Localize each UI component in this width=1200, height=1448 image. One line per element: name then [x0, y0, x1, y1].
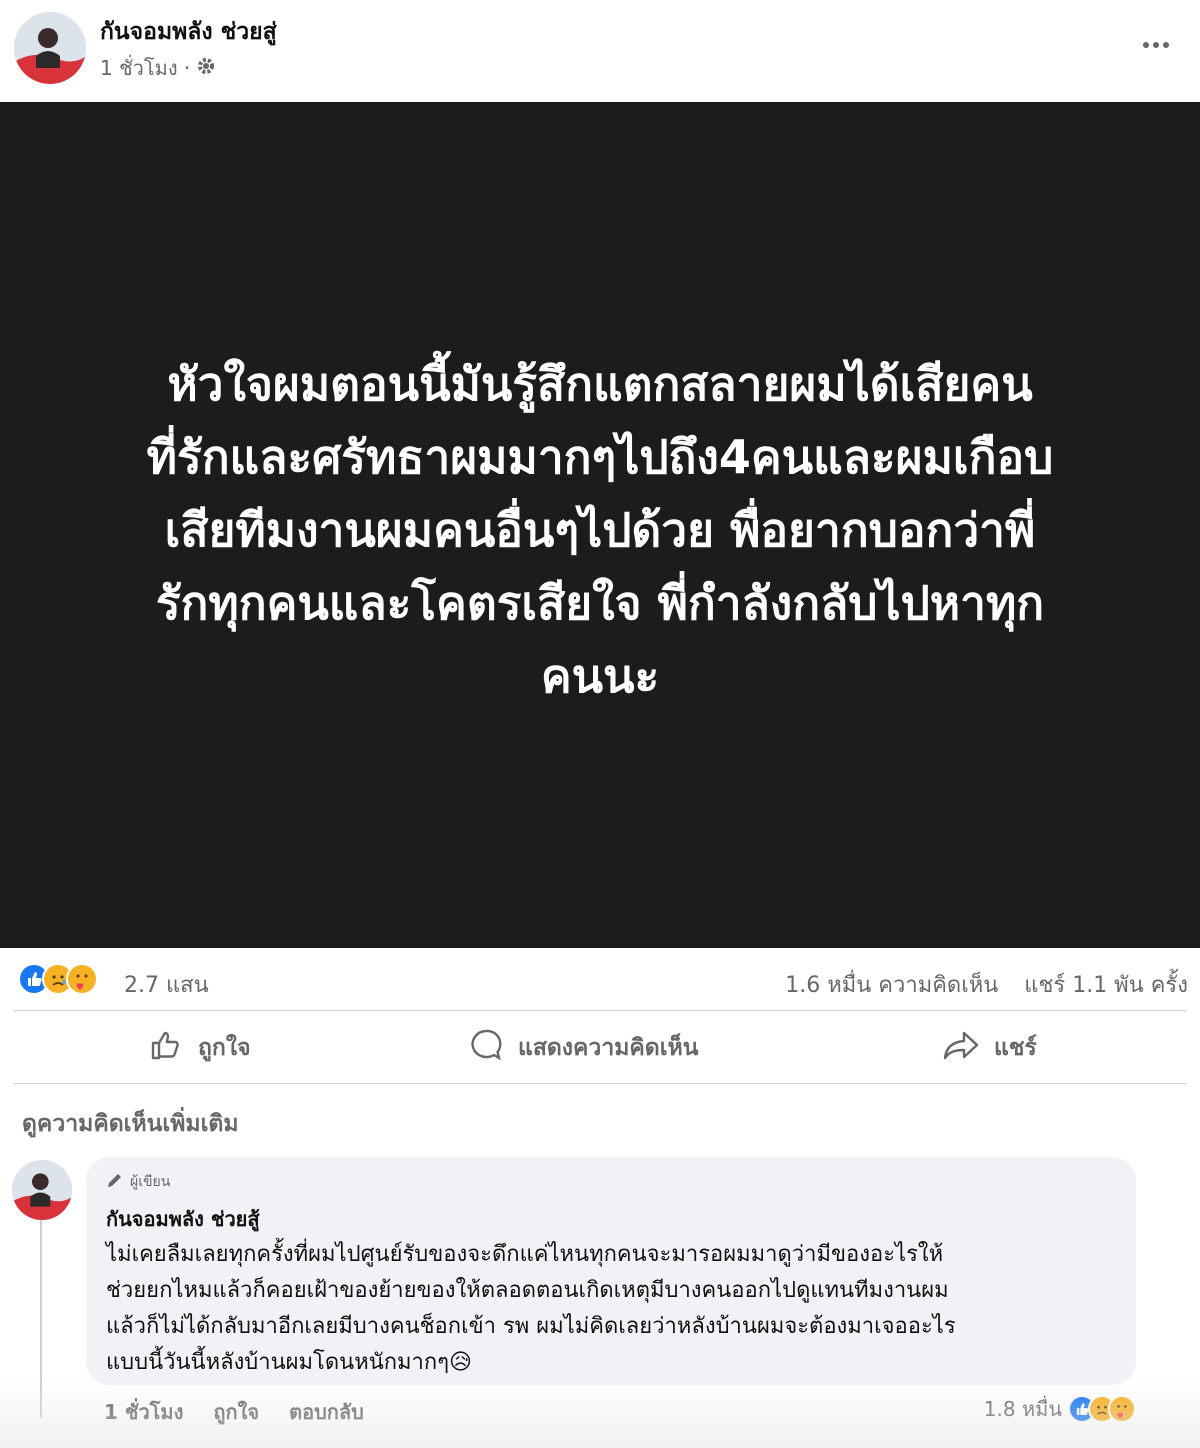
- post-time[interactable]: 1 ชั่วโมง ·: [100, 52, 190, 84]
- comment-thread-line: [40, 1218, 42, 1418]
- dot: [1153, 42, 1159, 48]
- author-name[interactable]: กันจอมพลัง ช่วยสู่: [100, 14, 277, 50]
- post-actions: ถูกใจ แสดงความคิดเห็น แชร์: [0, 1016, 1200, 1080]
- commenter-name[interactable]: กันจอมพลัง ช่วยสู้: [106, 1203, 260, 1235]
- like-label: ถูกใจ: [198, 1035, 251, 1061]
- post-text: หัวใจผมตอนนี้มันรู้สึกแตกสลายผมได้เสียคน…: [146, 356, 1054, 703]
- dot: [1163, 42, 1169, 48]
- post-header: กันจอมพลัง ช่วยสู่ 1 ชั่วโมง ·: [0, 0, 1200, 102]
- divider: [14, 1083, 1186, 1084]
- care-icon: [1108, 1395, 1136, 1423]
- post-text-image[interactable]: หัวใจผมตอนนี้มันรู้สึกแตกสลายผมได้เสียคน…: [0, 102, 1200, 948]
- share-count[interactable]: แชร์ 1.1 พัน ครั้ง: [1024, 967, 1188, 1002]
- comment-bubble: ผู้เขียน กันจอมพลัง ช่วยสู้ ไม่เคยลืมเลย…: [86, 1157, 1136, 1385]
- comment-count[interactable]: 1.6 หมื่น ความคิดเห็น: [785, 967, 998, 1002]
- comment-like-button[interactable]: ถูกใจ: [213, 1396, 259, 1428]
- comment-reaction-icons: [1068, 1395, 1136, 1423]
- comment-reactions[interactable]: 1.8 หมื่น: [983, 1393, 1136, 1425]
- divider: [14, 1010, 1186, 1011]
- author-badge-label: ผู้เขียน: [130, 1174, 171, 1190]
- comment-footer: 1 ชั่วโมง ถูกใจ ตอบกลับ: [104, 1396, 364, 1428]
- pencil-icon: [106, 1171, 124, 1193]
- author-badge: ผู้เขียน: [106, 1171, 170, 1193]
- dot: [1143, 42, 1149, 48]
- share-label: แชร์: [994, 1035, 1037, 1061]
- like-button[interactable]: ถูกใจ: [148, 1028, 251, 1068]
- reaction-icons[interactable]: [18, 963, 98, 995]
- comment-label: แสดงความคิดเห็น: [518, 1035, 699, 1061]
- comment-reaction-count: 1.8 หมื่น: [983, 1397, 1062, 1421]
- care-icon: [66, 963, 98, 995]
- comment-button[interactable]: แสดงความคิดเห็น: [468, 1028, 698, 1068]
- comment-time[interactable]: 1 ชั่วโมง: [104, 1396, 183, 1428]
- comment-text: ไม่เคยลืมเลยทุกครั้งที่ผมไปศูนย์รับของจะ…: [106, 1242, 956, 1375]
- share-button[interactable]: แชร์: [942, 1028, 1037, 1068]
- post-stats: 1.6 หมื่น ความคิดเห็น แชร์ 1.1 พัน ครั้ง: [785, 967, 1188, 1002]
- gear-icon: [196, 56, 216, 81]
- view-more-comments-link[interactable]: ดูความคิดเห็นเพิ่มเติม: [22, 1106, 239, 1142]
- reactions-bar: 2.7 แสน 1.6 หมื่น ความคิดเห็น แชร์ 1.1 พ…: [0, 955, 1200, 1005]
- comment-bubble-icon: [468, 1027, 504, 1069]
- more-options-button[interactable]: [1138, 30, 1174, 60]
- commenter-avatar[interactable]: [12, 1160, 72, 1220]
- comment-reply-button[interactable]: ตอบกลับ: [289, 1396, 364, 1428]
- reaction-count[interactable]: 2.7 แสน: [124, 967, 209, 1002]
- author-avatar[interactable]: [14, 12, 86, 84]
- thumbs-up-icon: [148, 1027, 184, 1069]
- share-arrow-icon: [942, 1027, 980, 1069]
- post-meta: 1 ชั่วโมง ·: [100, 52, 216, 84]
